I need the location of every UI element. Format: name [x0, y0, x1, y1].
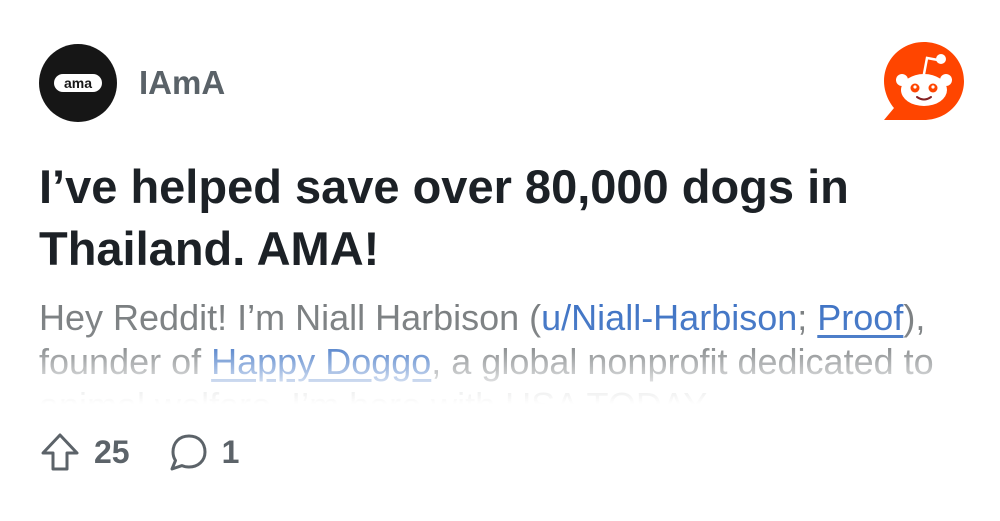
comment-count: 1 [221, 433, 240, 470]
body-text-2: ; [797, 297, 818, 338]
post-footer: 25 1 [40, 432, 277, 472]
user-link[interactable]: u/Niall-Harbison [541, 297, 797, 338]
reddit-snoo-icon[interactable] [880, 38, 968, 126]
ama-logo-icon: ama [54, 74, 102, 92]
post-body-text: Hey Reddit! I’m Niall Harbison (u/Niall-… [39, 296, 959, 404]
subreddit-avatar[interactable]: ama [39, 44, 117, 122]
body-text-1: Hey Reddit! I’m Niall Harbison ( [39, 297, 542, 338]
upvote-button[interactable]: 25 [40, 432, 130, 472]
proof-link[interactable]: Proof [817, 297, 903, 338]
post-body[interactable]: Hey Reddit! I’m Niall Harbison (u/Niall-… [39, 296, 959, 404]
upvote-arrow-icon [41, 433, 79, 471]
comment-bubble-icon [170, 434, 207, 471]
happy-doggo-link[interactable]: Happy Doggo [211, 341, 431, 382]
subreddit-name[interactable]: IAmA [139, 64, 225, 102]
post-title[interactable]: I’ve helped save over 80,000 dogs in Tha… [39, 156, 939, 280]
svg-text:ama: ama [64, 75, 92, 91]
comments-button[interactable]: 1 [168, 432, 240, 472]
post-header: ama IAmA [39, 44, 225, 122]
upvote-count: 25 [94, 433, 130, 470]
